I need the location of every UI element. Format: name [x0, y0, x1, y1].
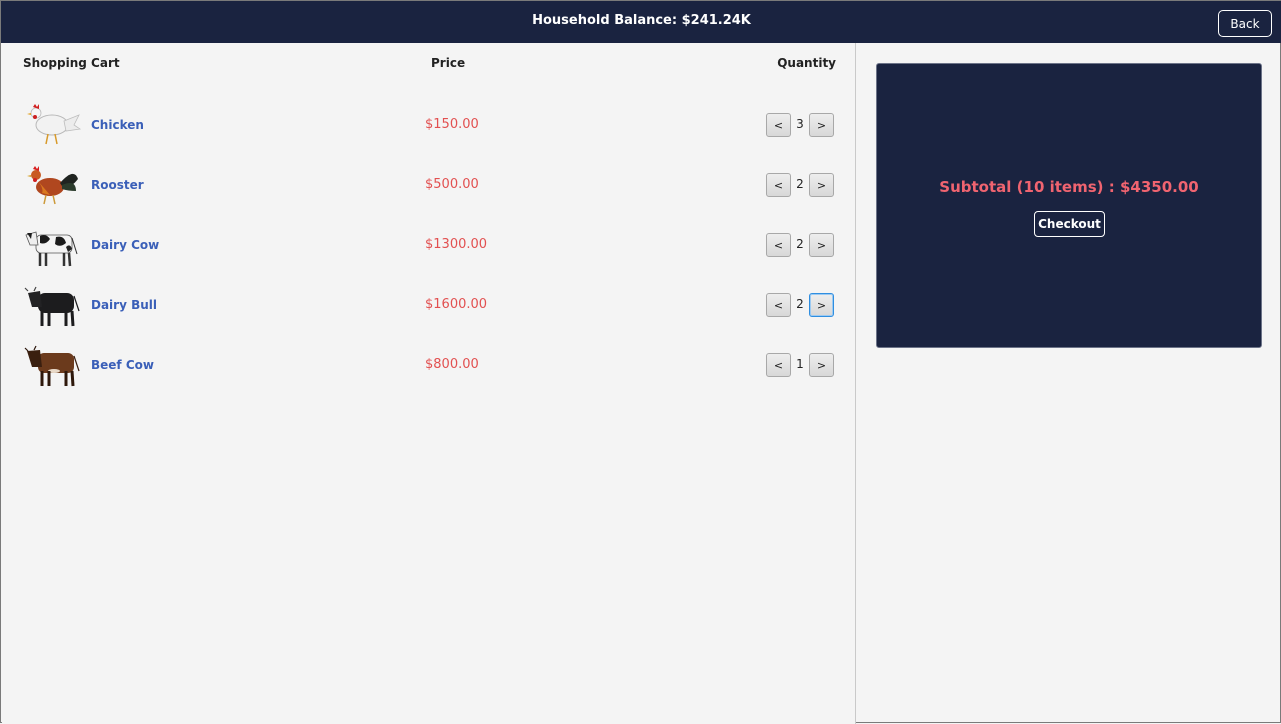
- cart-row-dairy-bull: Dairy Bull $1600.00 < 2 >: [2, 275, 855, 335]
- shopping-cart-header: Shopping Cart: [23, 56, 120, 70]
- quantity-stepper-dairy-cow: < 2 >: [766, 233, 836, 257]
- increment-button[interactable]: >: [809, 233, 834, 257]
- decrement-button[interactable]: <: [766, 353, 791, 377]
- increment-button[interactable]: >: [809, 113, 834, 137]
- quantity-value: 2: [796, 297, 804, 311]
- top-bar: Household Balance: $241.24K Back: [1, 1, 1281, 43]
- back-button[interactable]: Back: [1218, 10, 1272, 37]
- dairy-bull-image: [24, 286, 80, 327]
- item-name-rooster[interactable]: Rooster: [91, 178, 144, 192]
- dairy-cow-image: [25, 231, 78, 267]
- subtotal-text: Subtotal (10 items) : $4350.00: [939, 178, 1199, 196]
- item-price-dairy-bull: $1600.00: [425, 297, 488, 312]
- panel-divider: [855, 43, 856, 724]
- cart-row-rooster: Rooster $500.00 < 2 >: [2, 155, 855, 215]
- quantity-value: 3: [796, 117, 804, 131]
- increment-button[interactable]: >: [809, 293, 834, 317]
- decrement-button[interactable]: <: [766, 113, 791, 137]
- cart-row-chicken: Chicken $150.00 < 3 >: [2, 95, 855, 155]
- quantity-stepper-chicken: < 3 >: [766, 113, 836, 137]
- quantity-stepper-rooster: < 2 >: [766, 173, 836, 197]
- quantity-stepper-beef-cow: < 1 >: [766, 353, 836, 377]
- item-price-dairy-cow: $1300.00: [425, 237, 488, 252]
- item-price-beef-cow: $800.00: [425, 357, 479, 372]
- decrement-button[interactable]: <: [766, 173, 791, 197]
- item-price-rooster: $500.00: [425, 177, 479, 192]
- increment-button[interactable]: >: [809, 173, 834, 197]
- household-balance-title: Household Balance: $241.24K: [532, 13, 751, 28]
- item-price-chicken: $150.00: [425, 117, 479, 132]
- cart-row-beef-cow: Beef Cow $800.00 < 1 >: [2, 335, 855, 395]
- price-header: Price: [431, 56, 466, 70]
- decrement-button[interactable]: <: [766, 293, 791, 317]
- app-window: Household Balance: $241.24K Back Shoppin…: [0, 0, 1281, 724]
- quantity-value: 2: [796, 177, 804, 191]
- decrement-button[interactable]: <: [766, 233, 791, 257]
- beef-cow-image: [24, 345, 80, 387]
- item-name-dairy-cow[interactable]: Dairy Cow: [91, 238, 159, 252]
- increment-button[interactable]: >: [809, 353, 834, 377]
- rooster-image: [27, 166, 78, 205]
- item-name-dairy-bull[interactable]: Dairy Bull: [91, 298, 157, 312]
- cart-row-dairy-cow: Dairy Cow $1300.00 < 2 >: [2, 215, 855, 275]
- item-name-beef-cow[interactable]: Beef Cow: [91, 358, 154, 372]
- chicken-image: [27, 104, 82, 145]
- quantity-stepper-dairy-bull: < 2 >: [766, 293, 836, 317]
- quantity-value: 2: [796, 237, 804, 251]
- shopping-cart-panel: Shopping Cart Price Quantity Chicken $15…: [2, 43, 855, 723]
- quantity-header: Quantity: [777, 56, 836, 70]
- order-summary-card: Subtotal (10 items) : $4350.00 Checkout: [876, 63, 1262, 348]
- checkout-button[interactable]: Checkout: [1034, 211, 1105, 237]
- quantity-value: 1: [796, 357, 804, 371]
- item-name-chicken[interactable]: Chicken: [91, 118, 144, 132]
